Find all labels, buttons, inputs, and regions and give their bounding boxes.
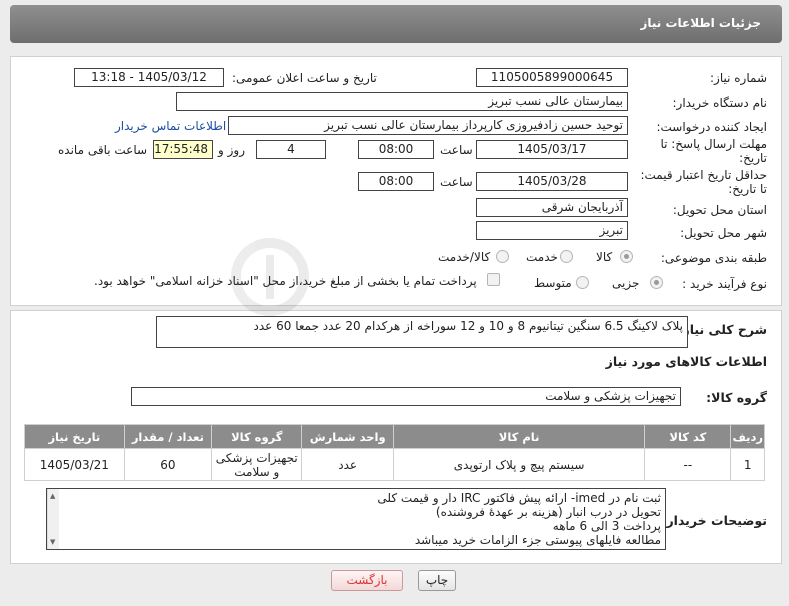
cell-code: -- <box>644 448 732 481</box>
days-remaining-field: 4 <box>256 140 326 159</box>
col-row: ردیف <box>730 424 765 449</box>
category-goods-service-radio[interactable] <box>496 250 509 263</box>
reply-date-field: 1405/03/17 <box>476 140 628 159</box>
treasury-payment-checkbox[interactable] <box>487 273 500 286</box>
province-field: آذربایجان شرقی <box>476 198 628 217</box>
process-medium-label: متوسط <box>534 276 572 290</box>
table-row: 1 -- سیستم پیچ و پلاک ارتوپدی عدد تجهیزا… <box>24 448 765 481</box>
buyer-contact-link[interactable]: اطلاعات تماس خریدار <box>115 119 226 133</box>
scroll-up-icon[interactable]: ▲ <box>50 492 55 500</box>
remaining-time-label: ساعت باقی مانده <box>58 143 148 157</box>
price-validity-label: حداقل تاریخ اعتبار قیمت: <box>640 168 767 182</box>
reply-deadline-label-2: تاریخ: <box>739 151 767 165</box>
buyer-org-field: بیمارستان عالی نسب تبریز <box>176 92 628 111</box>
price-validity-label-2: تا تاریخ: <box>728 182 767 196</box>
price-validity-time-label: ساعت <box>440 175 473 189</box>
category-label: طبقه بندی موضوعی: <box>660 251 767 265</box>
province-label: استان محل تحویل: <box>672 203 767 217</box>
treasury-payment-note: پرداخت تمام یا بخشی از مبلغ خرید،از محل … <box>94 274 477 288</box>
page-title: جزئیات اطلاعات نیاز <box>640 16 761 30</box>
days-label: روز و <box>218 143 245 157</box>
price-validity-time-field: 08:00 <box>358 172 434 191</box>
price-validity-date-field: 1405/03/28 <box>476 172 628 191</box>
buyer-note-line: تحویل در درب انبار (هزینه بر عهدهٔ فروشن… <box>435 505 661 519</box>
buyer-org-label: نام دستگاه خریدار: <box>672 96 768 110</box>
buyer-notes-label: توضیحات خریدار: <box>661 513 767 528</box>
description-label: شرح کلی نیاز: <box>677 322 767 337</box>
category-service-label: خدمت <box>526 250 558 264</box>
reply-time-field: 08:00 <box>358 140 434 159</box>
col-group: گروه کالا <box>211 424 303 449</box>
goods-table-header: ردیف کد کالا نام کالا واحد شمارش گروه کا… <box>24 424 765 449</box>
category-goods-radio[interactable] <box>620 250 633 263</box>
category-service-radio[interactable] <box>560 250 573 263</box>
cell-unit: عدد <box>301 448 394 481</box>
category-goods-service-label: کالا/خدمت <box>438 250 491 264</box>
process-medium-radio[interactable] <box>576 276 589 289</box>
buyer-note-line: مطالعه فایلهای پیوستی جزء الزامات خرید م… <box>414 533 661 547</box>
need-number-label: شماره نیاز: <box>710 71 767 85</box>
city-label: شهر محل تحویل: <box>680 226 767 240</box>
remaining-time-field: 17:55:48 <box>153 140 213 159</box>
process-minor-label: جزیی <box>612 276 640 290</box>
col-need-date: تاریخ نیاز <box>24 424 125 449</box>
scroll-down-icon[interactable]: ▼ <box>50 538 55 546</box>
process-type-label: نوع فرآیند خرید : <box>682 277 767 291</box>
goods-group-field: تجهیزات پزشکی و سلامت <box>131 387 681 406</box>
buyer-note-line: پرداخت 3 الی 6 ماهه <box>552 519 661 533</box>
buyer-note-line: ثبت نام در imed- ارائه پیش فاکتور IRC دا… <box>377 491 661 505</box>
reply-time-label: ساعت <box>440 143 473 157</box>
col-unit: واحد شمارش <box>301 424 394 449</box>
print-button[interactable]: چاپ <box>418 570 456 591</box>
cell-row: 1 <box>730 448 765 481</box>
description-textarea: پلاک لاکینگ 6.5 سنگین تیتانیوم 8 و 10 و … <box>156 316 688 348</box>
goods-table: ردیف کد کالا نام کالا واحد شمارش گروه کا… <box>24 424 765 481</box>
back-button[interactable]: بازگشت <box>331 570 403 591</box>
city-field: تبریز <box>476 221 628 240</box>
cell-quantity: 60 <box>123 448 213 481</box>
creator-field: توحید حسین زادفیروزی کارپرداز بیمارستان … <box>228 116 628 135</box>
goods-section-title: اطلاعات کالاهای مورد نیاز <box>605 354 767 369</box>
announce-date-field: 1405/03/12 - 13:18 <box>74 68 224 87</box>
cell-name: سیستم پیچ و پلاک ارتوپدی <box>392 448 646 481</box>
goods-group-label: گروه کالا: <box>706 390 767 405</box>
announce-date-label: تاریخ و ساعت اعلان عمومی: <box>232 71 377 85</box>
buyer-notes-textarea: ثبت نام در imed- ارائه پیش فاکتور IRC دا… <box>46 488 666 550</box>
cell-need-date: 1405/03/21 <box>24 448 125 481</box>
col-name: نام کالا <box>392 424 646 449</box>
reply-deadline-label: مهلت ارسال پاسخ: تا <box>660 137 767 151</box>
cell-group: تجهیزات پزشکی و سلامت <box>211 448 303 481</box>
creator-label: ایجاد کننده درخواست: <box>656 120 767 134</box>
process-minor-radio[interactable] <box>650 276 663 289</box>
need-number-field: 1105005899000645 <box>476 68 628 87</box>
col-code: کد کالا <box>644 424 732 449</box>
buyer-notes-scrollbar[interactable]: ▲ ▼ <box>47 489 59 549</box>
category-goods-label: کالا <box>596 250 613 264</box>
col-quantity: تعداد / مقدار <box>123 424 213 449</box>
